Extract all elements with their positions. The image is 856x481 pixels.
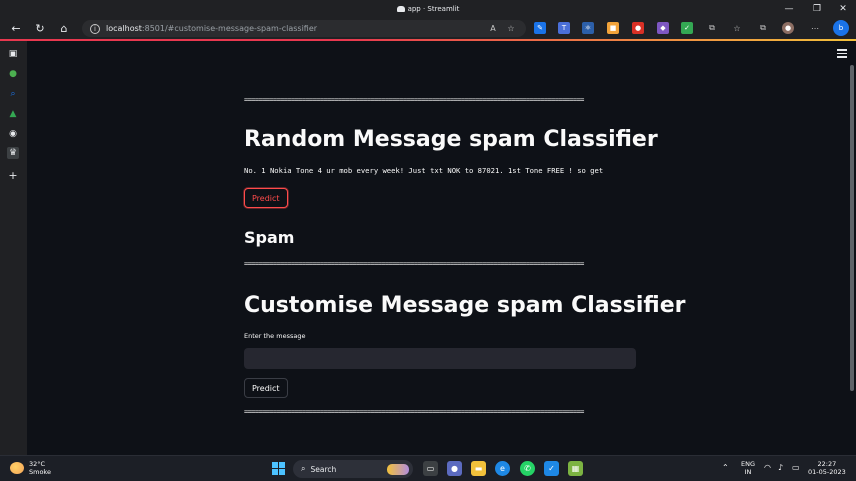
github-icon[interactable]: ◉	[7, 128, 19, 140]
add-sidebar-icon[interactable]: +	[7, 169, 19, 182]
bing-copilot-icon[interactable]: b	[833, 20, 849, 36]
whatsapp-icon[interactable]: ✆	[520, 461, 535, 476]
extension-green-icon[interactable]: ✓	[681, 22, 693, 34]
extension-purple-icon[interactable]: ◆	[657, 22, 669, 34]
extension-note-icon[interactable]: ■	[607, 22, 619, 34]
start-windows-icon[interactable]	[272, 462, 285, 475]
more-options-icon[interactable]: ⋯	[808, 21, 822, 35]
clock[interactable]: 22:27 01-05-2023	[808, 460, 846, 476]
teams-chat-icon[interactable]: ●	[447, 461, 462, 476]
search-label: Search	[310, 464, 337, 474]
url-path: :8501/#customise-message-spam-classifier	[141, 24, 318, 33]
address-bar[interactable]: i localhost:8501/#customise-message-spam…	[82, 20, 526, 37]
profile-avatar-icon[interactable]: ●	[782, 22, 794, 34]
edge-browser-icon[interactable]: e	[495, 461, 510, 476]
separator-line: ========================================…	[244, 96, 584, 104]
task-view-icon[interactable]: ▭	[423, 461, 438, 476]
streamlit-sidebar-icon[interactable]: ♛	[7, 147, 19, 159]
show-hidden-icons[interactable]: ⌃	[722, 463, 729, 472]
extensions-puzzle-icon[interactable]: ⧉	[705, 21, 719, 35]
time-text: 22:27	[817, 460, 837, 468]
maximize-button[interactable]: ❐	[804, 0, 830, 18]
region-code: IN	[744, 468, 752, 476]
temperature-text: 32°C	[29, 460, 46, 468]
prediction-result: Spam	[244, 228, 295, 247]
streamlit-favicon-icon	[396, 6, 405, 12]
close-window-button[interactable]: ✕	[830, 0, 856, 18]
favorite-star-icon[interactable]: ☆	[504, 21, 518, 35]
extension-red-icon[interactable]: ●	[632, 22, 644, 34]
search-sidebar-icon[interactable]: ⌕	[7, 88, 19, 100]
read-aloud-icon[interactable]: A	[486, 21, 500, 35]
separator-line: ========================================…	[244, 260, 584, 268]
search-highlight-icon	[387, 463, 409, 475]
predict-button[interactable]: Predict	[244, 188, 288, 208]
collections-icon[interactable]: ⧉	[756, 21, 770, 35]
date-text: 01-05-2023	[808, 468, 846, 476]
file-explorer-icon[interactable]: ▬	[471, 461, 486, 476]
custom-classifier-title: Customise Message spam Classifier	[244, 293, 686, 318]
url-host: localhost	[106, 24, 142, 33]
extension-react-icon[interactable]: ⚛	[582, 22, 594, 34]
wifi-icon[interactable]: ◠	[764, 463, 771, 472]
todo-icon[interactable]: ✓	[544, 461, 559, 476]
site-info-icon[interactable]: i	[90, 23, 100, 34]
random-classifier-title: Random Message spam Classifier	[244, 127, 658, 152]
weather-condition-text: Smoke	[29, 468, 51, 476]
tabs-icon[interactable]: ▣	[7, 48, 19, 60]
refresh-button[interactable]: ↻	[32, 21, 48, 36]
volume-icon[interactable]: ♪	[778, 463, 783, 472]
battery-icon[interactable]: ▭	[792, 463, 800, 472]
predict-custom-button[interactable]: Predict	[244, 378, 288, 398]
separator-line: ========================================…	[244, 408, 584, 416]
extension-translate-icon[interactable]: T	[558, 22, 570, 34]
windows-taskbar: 32°C Smoke ⌕ Search ▭ ● ▬ e ✆ ✓ ▦ ⌃ ENG …	[0, 455, 856, 481]
message-input[interactable]	[244, 348, 636, 369]
app-sidebar-icon[interactable]: ▲	[7, 108, 19, 120]
edge-sidebar: ▣ ● ⌕ ▲ ◉ ♛ +	[0, 41, 27, 455]
weather-widget[interactable]: 32°C Smoke	[29, 460, 51, 476]
browser-toolbar: ← ↻ ⌂ i localhost:8501/#customise-messag…	[0, 18, 856, 39]
favorites-icon[interactable]: ☆	[730, 21, 744, 35]
browser-title-bar: app · Streamlit — ❐ ✕	[0, 0, 856, 18]
pycharm-icon[interactable]: ▦	[568, 461, 583, 476]
minimize-button[interactable]: —	[776, 0, 802, 18]
search-icon: ⌕	[301, 464, 306, 473]
language-code: ENG	[741, 460, 756, 468]
window-title-text: app · Streamlit	[407, 5, 460, 13]
home-button[interactable]: ⌂	[56, 21, 72, 36]
weather-icon[interactable]	[10, 462, 24, 474]
random-message-text: No. 1 Nokia Tone 4 ur mob every week! Ju…	[244, 166, 604, 175]
extension-pen-icon[interactable]: ✎	[534, 22, 546, 34]
taskbar-search[interactable]: ⌕ Search	[293, 460, 413, 478]
message-input-label: Enter the message	[244, 332, 306, 340]
main-menu-icon[interactable]	[837, 49, 847, 58]
page-scrollbar[interactable]	[850, 65, 854, 391]
chrome-app-icon[interactable]: ●	[7, 68, 19, 80]
language-indicator[interactable]: ENG IN	[741, 460, 755, 476]
streamlit-page: ========================================…	[27, 41, 856, 455]
window-title: app · Streamlit	[396, 5, 460, 13]
back-button[interactable]: ←	[8, 21, 24, 36]
